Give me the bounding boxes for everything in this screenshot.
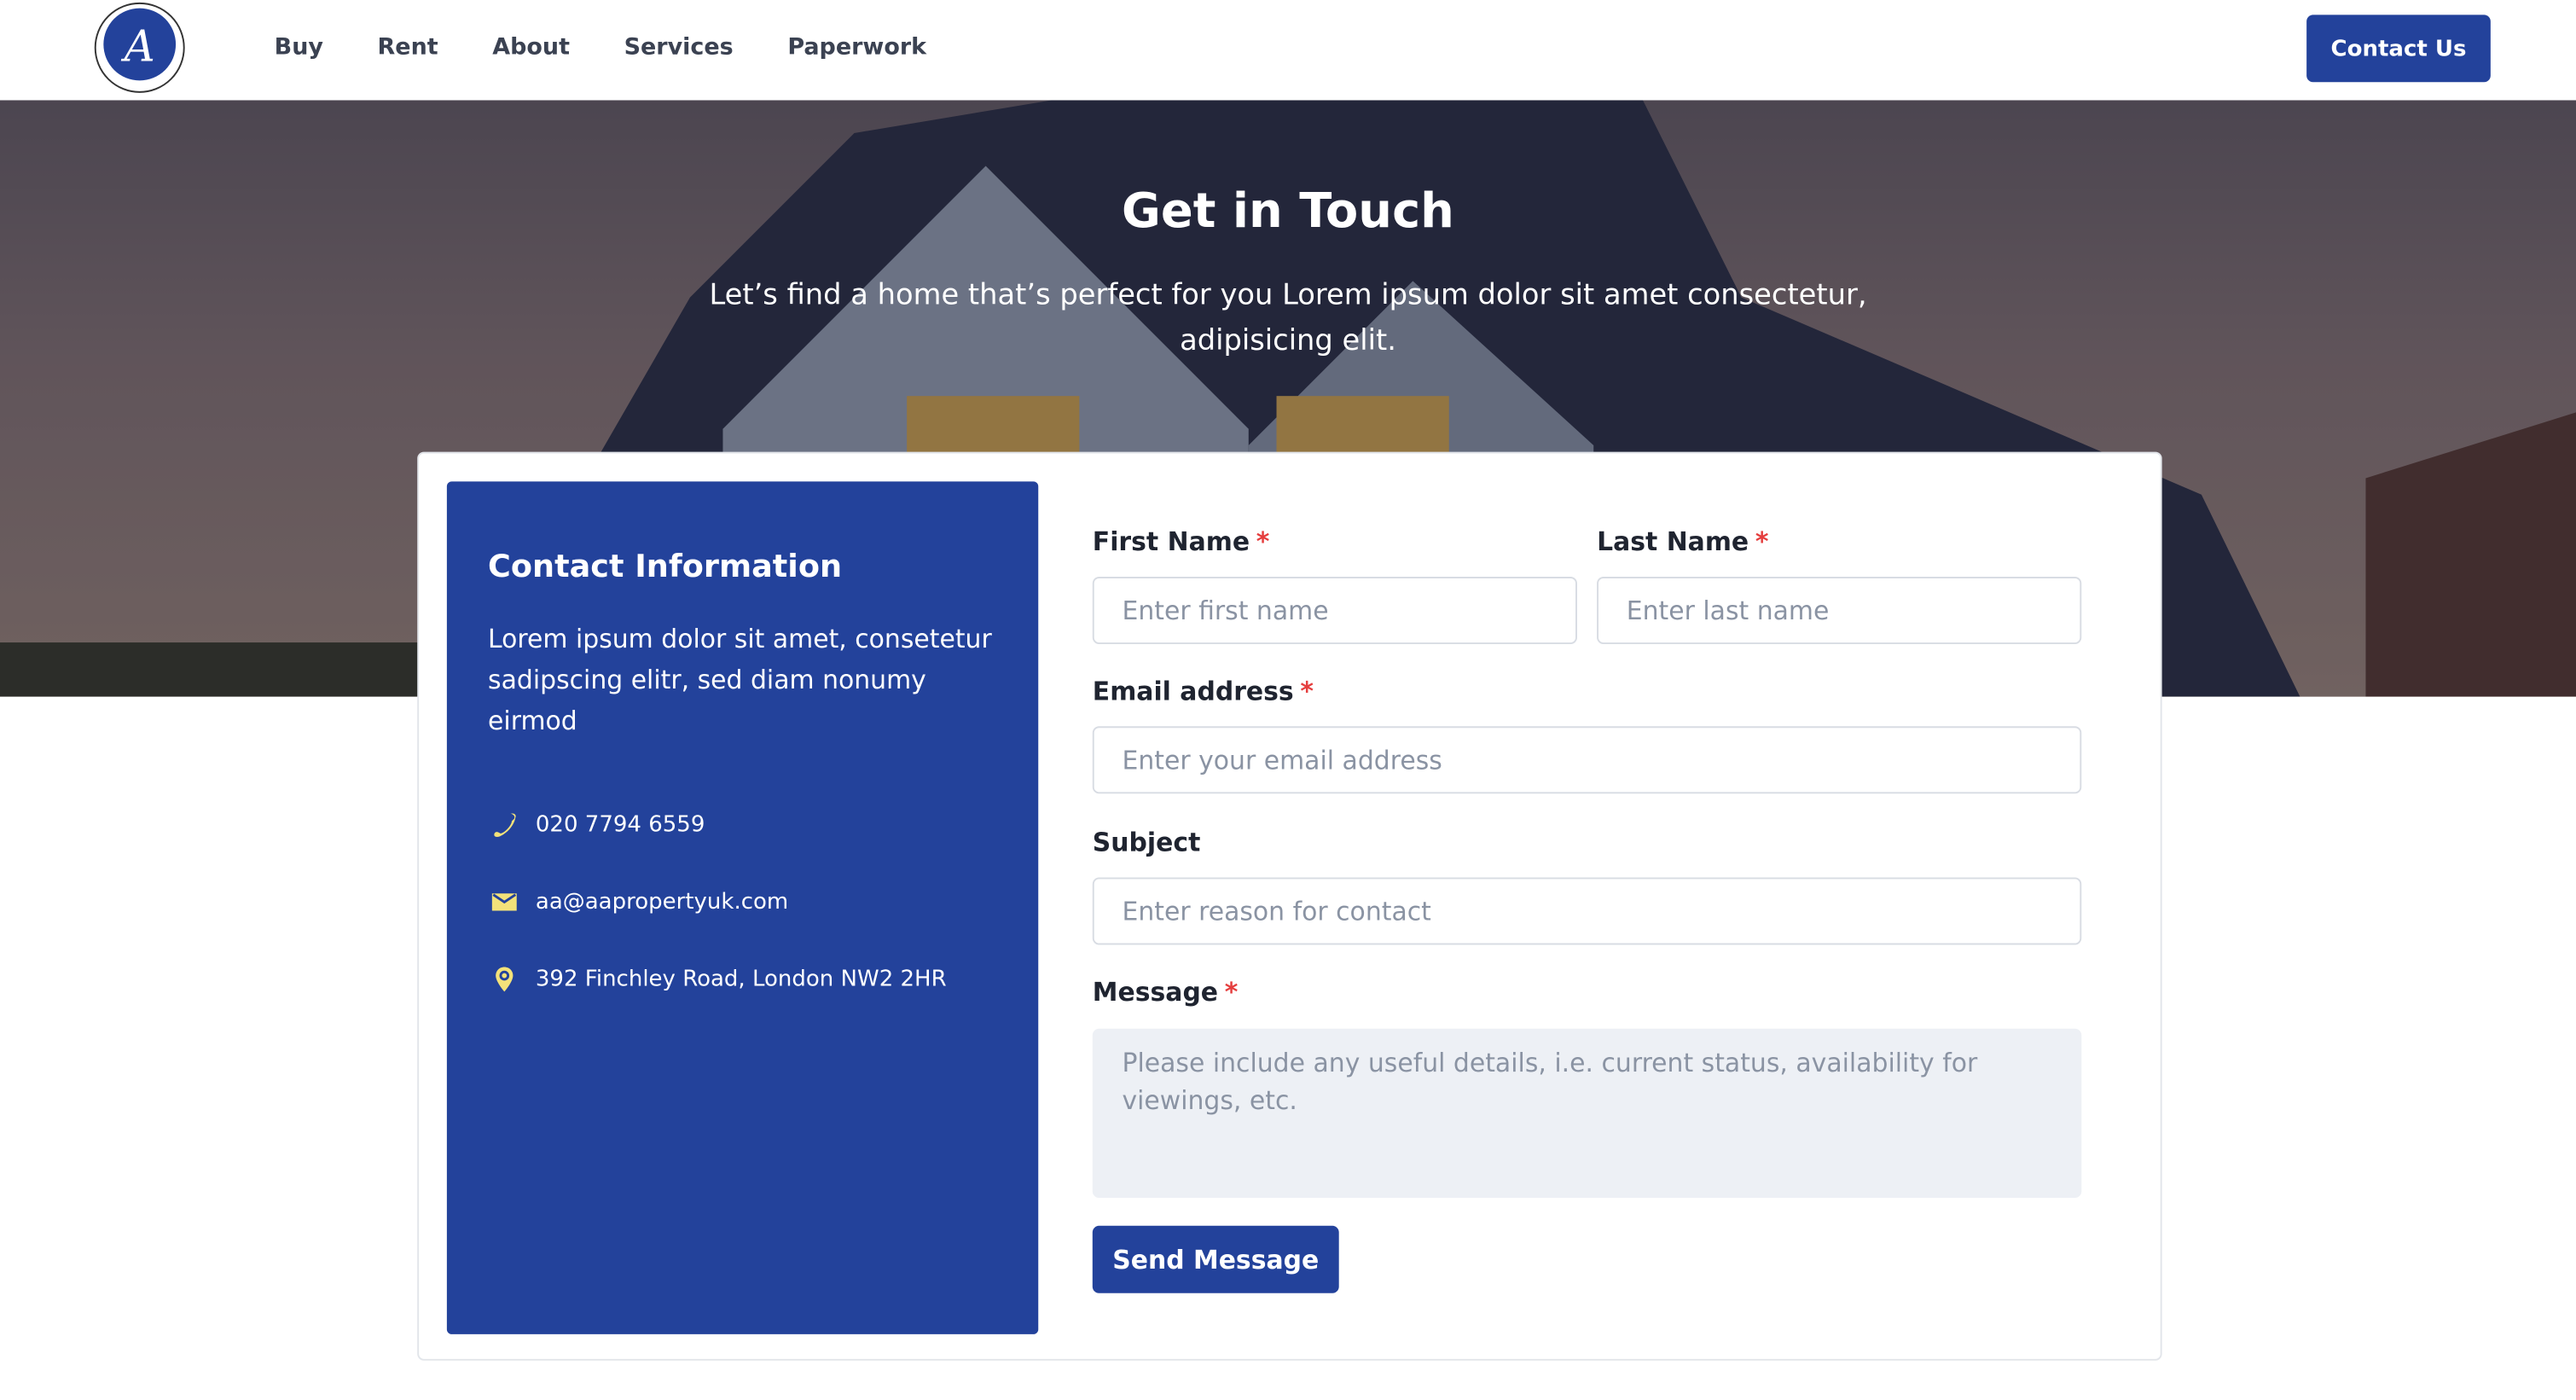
contact-us-button[interactable]: Contact Us xyxy=(2306,15,2491,83)
first-name-input[interactable] xyxy=(1092,577,1577,644)
subject-label: Subject xyxy=(1092,828,1201,858)
email-row: aa@aapropertyuk.com xyxy=(490,887,788,917)
location-pin-icon xyxy=(496,967,513,992)
address: 392 Finchley Road, London NW2 2HR xyxy=(535,966,947,993)
company-logo[interactable]: A xyxy=(89,2,190,94)
nav-rent[interactable]: Rent xyxy=(378,34,438,61)
nav-about[interactable]: About xyxy=(492,34,570,61)
address-row: 392 Finchley Road, London NW2 2HR xyxy=(490,965,947,995)
nav-paperwork[interactable]: Paperwork xyxy=(787,34,926,61)
last-name-label: Last Name * xyxy=(1597,527,1769,557)
svg-text:A: A xyxy=(121,21,155,71)
first-name-label: First Name * xyxy=(1092,527,1270,557)
email-input[interactable] xyxy=(1092,726,2082,794)
hero-title: Get in Touch xyxy=(1122,182,1454,239)
contact-info-panel: Contact Information Lorem ipsum dolor si… xyxy=(446,481,1039,1334)
subject-input[interactable] xyxy=(1092,877,2082,945)
phone-row: 020 7794 6559 xyxy=(490,810,705,840)
hero-subtitle: Let’s find a home that’s perfect for you… xyxy=(709,279,1867,358)
envelope-icon xyxy=(491,893,517,911)
nav-buy[interactable]: Buy xyxy=(275,34,323,61)
phone-icon xyxy=(494,813,516,837)
contact-card: Contact Information Lorem ipsum dolor si… xyxy=(417,451,2162,1361)
top-nav: A Buy Rent About Services Paperwork Cont… xyxy=(0,0,2576,101)
nav-services[interactable]: Services xyxy=(624,34,734,61)
email-label: Email address * xyxy=(1092,677,1314,707)
contact-info-title: Contact Information xyxy=(488,549,843,585)
message-label: Message * xyxy=(1092,977,1239,1008)
message-textarea[interactable] xyxy=(1092,1028,2082,1199)
contact-info-description: Lorem ipsum dolor sit amet, consetetur s… xyxy=(488,624,992,736)
email-address[interactable]: aa@aapropertyuk.com xyxy=(536,889,788,915)
send-message-button[interactable]: Send Message xyxy=(1092,1225,1339,1293)
phone-number[interactable]: 020 7794 6559 xyxy=(536,811,705,838)
last-name-input[interactable] xyxy=(1597,577,2082,644)
